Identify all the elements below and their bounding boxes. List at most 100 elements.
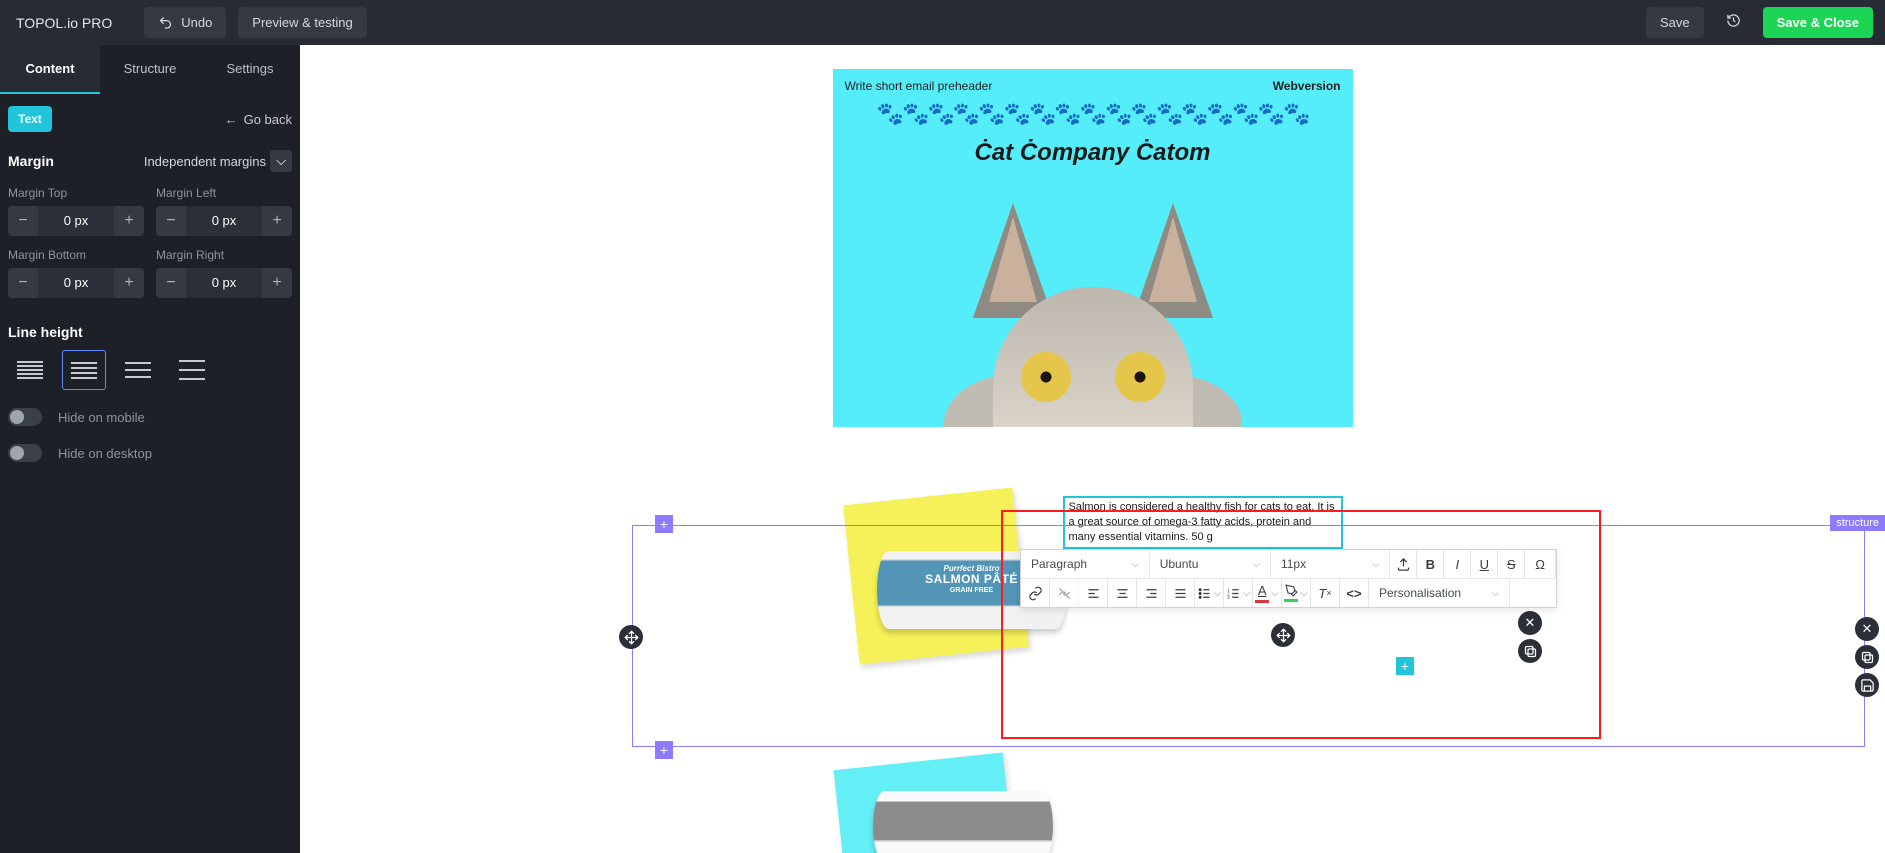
align-justify-icon (1173, 586, 1188, 601)
copy-icon (1523, 644, 1538, 659)
tab-content[interactable]: Content (0, 45, 100, 94)
italic-button[interactable]: I (1444, 550, 1471, 578)
margin-left-decrease[interactable]: − (156, 206, 186, 236)
special-character-button[interactable]: Ω (1525, 550, 1556, 578)
align-justify-button[interactable] (1166, 579, 1195, 607)
upload-icon (1396, 557, 1411, 572)
margin-left-value: 0 px (186, 206, 262, 236)
line-height-title: Line height (8, 324, 292, 340)
margin-right-stepper[interactable]: − 0 px + (156, 268, 292, 298)
align-right-button[interactable] (1137, 579, 1166, 607)
personalisation-select[interactable]: Personalisation⌵ (1369, 579, 1510, 607)
go-back-label: Go back (244, 112, 292, 127)
element-type-text[interactable]: Text (8, 106, 52, 132)
margin-right-decrease[interactable]: − (156, 268, 186, 298)
add-section-top[interactable]: + (655, 515, 673, 533)
move-element-handle[interactable] (1271, 623, 1295, 647)
margin-left-label: Margin Left (156, 186, 292, 200)
undo-label: Undo (181, 15, 212, 30)
margin-mode-dropdown[interactable]: ⌵ (270, 150, 292, 172)
margin-right-label: Margin Right (156, 248, 292, 262)
delete-structure-button[interactable]: ✕ (1855, 617, 1879, 641)
text-color-button[interactable]: A (1253, 579, 1282, 607)
margin-bottom-increase[interactable]: + (114, 268, 144, 298)
structure-tag[interactable]: structure (1830, 515, 1885, 531)
margin-top-increase[interactable]: + (114, 206, 144, 236)
align-left-button[interactable] (1079, 579, 1108, 607)
align-right-icon (1144, 586, 1159, 601)
unlink-icon (1057, 586, 1072, 601)
svg-text:3: 3 (1227, 595, 1230, 600)
paw-print-row: 🐾🐾🐾🐾🐾🐾🐾🐾🐾🐾🐾🐾🐾🐾🐾🐾🐾 (845, 93, 1341, 135)
go-back-button[interactable]: ← Go back (225, 112, 292, 127)
margin-bottom-value: 0 px (38, 268, 114, 298)
undo-button[interactable]: Undo (144, 7, 226, 38)
line-height-very-loose[interactable] (170, 350, 214, 390)
margin-top-value: 0 px (38, 206, 114, 236)
line-height-normal[interactable] (62, 350, 106, 390)
font-family-select[interactable]: Ubuntu⌵ (1150, 550, 1271, 578)
save-icon (1860, 678, 1875, 693)
margin-top-label: Margin Top (8, 186, 144, 200)
tab-structure[interactable]: Structure (100, 45, 200, 94)
product-1-description[interactable]: Salmon is considered a healthy fish for … (1063, 496, 1343, 549)
link-icon (1028, 586, 1043, 601)
line-height-loose[interactable] (116, 350, 160, 390)
bold-button[interactable]: B (1417, 550, 1444, 578)
line-height-tight[interactable] (8, 350, 52, 390)
copy-icon (1860, 650, 1875, 665)
source-code-button[interactable]: <> (1340, 579, 1369, 607)
delete-element-button[interactable]: ✕ (1518, 611, 1542, 635)
duplicate-element-button[interactable] (1518, 639, 1542, 663)
remove-link-button[interactable] (1050, 579, 1079, 607)
save-button[interactable]: Save (1646, 7, 1704, 38)
tab-settings[interactable]: Settings (200, 45, 300, 94)
hide-on-mobile-toggle[interactable] (8, 408, 42, 426)
margin-left-stepper[interactable]: − 0 px + (156, 206, 292, 236)
sidebar-tabs: Content Structure Settings (0, 45, 300, 94)
margin-right-value: 0 px (186, 268, 262, 298)
clear-formatting-button[interactable]: T× (1311, 579, 1340, 607)
add-section-bottom[interactable]: + (655, 741, 673, 759)
webversion-link[interactable]: Webversion (1273, 79, 1341, 93)
block-format-select[interactable]: Paragraph⌵ (1021, 550, 1150, 578)
history-icon[interactable] (1716, 13, 1751, 33)
margin-title: Margin (8, 153, 54, 169)
font-size-select[interactable]: 11px⌵ (1271, 550, 1390, 578)
hero-cat-image[interactable] (833, 177, 1353, 427)
product-section-2[interactable] (823, 751, 1363, 853)
margin-bottom-stepper[interactable]: − 0 px + (8, 268, 144, 298)
margin-left-increase[interactable]: + (262, 206, 292, 236)
margin-right-increase[interactable]: + (262, 268, 292, 298)
margin-top-decrease[interactable]: − (8, 206, 38, 236)
underline-button[interactable]: U (1471, 550, 1498, 578)
email-title[interactable]: Ċat Ċompany Ċatom (845, 135, 1341, 177)
richtext-toolbar: Paragraph⌵ Ubuntu⌵ 11px⌵ B I U S Ω (1020, 549, 1557, 608)
hide-on-mobile-label: Hide on mobile (58, 410, 145, 425)
preview-button[interactable]: Preview & testing (238, 7, 366, 38)
margin-top-stepper[interactable]: − 0 px + (8, 206, 144, 236)
margin-mode-label: Independent margins (144, 154, 266, 169)
add-element-button[interactable]: + (1396, 657, 1414, 675)
app-logo: TOPOL.io PRO (12, 15, 132, 31)
margin-bottom-decrease[interactable]: − (8, 268, 38, 298)
ordered-list-button[interactable]: 123 (1224, 579, 1253, 607)
duplicate-structure-button[interactable] (1855, 645, 1879, 669)
save-close-button[interactable]: Save & Close (1763, 7, 1873, 38)
align-center-icon (1115, 586, 1130, 601)
align-left-icon (1086, 586, 1101, 601)
highlight-color-button[interactable] (1282, 579, 1311, 607)
save-structure-button[interactable] (1855, 673, 1879, 697)
insert-link-button[interactable] (1021, 579, 1050, 607)
strikethrough-button[interactable]: S (1498, 550, 1525, 578)
line-height-options (8, 350, 292, 390)
align-center-button[interactable] (1108, 579, 1137, 607)
editor-canvas[interactable]: Write short email preheader Webversion 🐾… (300, 45, 1885, 853)
email-preheader[interactable]: Write short email preheader (845, 79, 993, 93)
highlighter-icon (1285, 584, 1298, 597)
unordered-list-button[interactable] (1195, 579, 1224, 607)
upload-image-button[interactable] (1390, 550, 1417, 578)
move-icon (1276, 628, 1291, 643)
hide-on-desktop-toggle[interactable] (8, 444, 42, 462)
move-structure-handle[interactable] (619, 625, 643, 649)
